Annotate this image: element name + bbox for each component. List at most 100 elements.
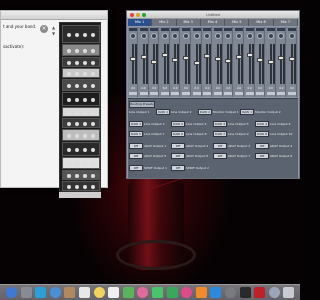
fader-handle[interactable] <box>130 57 136 61</box>
channel-footer-button[interactable] <box>192 92 201 95</box>
routing-source-button[interactable]: DAW 2 <box>171 121 185 127</box>
contacts-icon[interactable] <box>64 287 76 298</box>
pan-knob-icon[interactable] <box>204 33 211 39</box>
app-store-icon[interactable] <box>210 287 222 298</box>
pan-knob-icon[interactable] <box>151 33 158 39</box>
mail-icon[interactable] <box>49 287 61 298</box>
pan-knob-icon[interactable] <box>278 33 285 39</box>
mix-tab[interactable]: Mix 1 <box>128 19 153 26</box>
calendar-icon[interactable] <box>79 287 90 298</box>
routing-presets-button[interactable]: Routing Presets <box>129 101 155 108</box>
routing-source-button[interactable]: Off <box>129 143 143 149</box>
routing-source-button[interactable]: Off <box>213 143 227 149</box>
channel-footer-button[interactable] <box>288 92 296 95</box>
launchpad-icon[interactable] <box>20 287 32 298</box>
routing-source-button[interactable]: DAW 1 <box>156 109 170 115</box>
routing-source-button[interactable]: Off <box>255 153 269 159</box>
channel-header[interactable] <box>139 28 148 31</box>
fader-handle[interactable] <box>183 56 189 60</box>
channel-header[interactable] <box>224 28 233 31</box>
pan-knob-icon[interactable] <box>236 33 242 39</box>
mix-tab[interactable]: Mix 2 <box>152 19 177 26</box>
fader-handle[interactable] <box>214 57 221 61</box>
audio-app-icon[interactable] <box>254 287 266 298</box>
pan-knob-icon[interactable] <box>172 33 179 39</box>
channel-footer-button[interactable] <box>139 92 148 95</box>
channel-header[interactable] <box>182 28 190 31</box>
routing-source-button[interactable]: DAW 2 <box>198 109 212 115</box>
channel-footer-button[interactable] <box>224 92 233 95</box>
reminders-icon[interactable] <box>108 287 120 298</box>
pan-knob-icon[interactable] <box>140 33 147 39</box>
routing-source-button[interactable]: DAW 7 <box>213 131 227 137</box>
channel-footer-button[interactable] <box>245 92 254 95</box>
fader-handle[interactable] <box>236 55 242 59</box>
channel-header[interactable] <box>213 28 222 31</box>
mix-tab[interactable]: Mix 4 <box>201 19 226 26</box>
fader-handle[interactable] <box>246 53 253 57</box>
finder-icon[interactable] <box>6 287 17 298</box>
channel-footer-button[interactable] <box>171 92 180 95</box>
channel-footer-button[interactable] <box>277 92 286 95</box>
facetime-icon[interactable] <box>166 287 178 298</box>
routing-source-button[interactable]: Off <box>171 143 185 149</box>
mix-tab[interactable]: Mix 5 <box>225 19 250 26</box>
notes-icon[interactable] <box>93 287 105 298</box>
channel-header[interactable] <box>150 28 159 31</box>
pan-knob-icon[interactable] <box>246 33 253 39</box>
channel-footer-button[interactable] <box>203 92 212 95</box>
channel-header[interactable] <box>277 28 286 31</box>
pan-knob-icon[interactable] <box>225 33 232 39</box>
channel-footer-button[interactable] <box>160 92 169 95</box>
channel-header[interactable] <box>256 28 265 31</box>
routing-source-button[interactable]: DAW 1 <box>240 109 254 115</box>
pan-knob-icon[interactable] <box>183 33 189 39</box>
channel-header[interactable] <box>235 28 243 31</box>
channel-header[interactable] <box>288 28 296 31</box>
fader-handle[interactable] <box>225 59 232 63</box>
mix-tab[interactable]: Mix 3 <box>177 19 201 26</box>
channel-header[interactable] <box>160 28 169 31</box>
routing-source-button[interactable]: Off <box>213 153 227 159</box>
routing-source-button[interactable]: DAW 8 <box>255 131 269 137</box>
channel-header[interactable] <box>171 28 180 31</box>
routing-source-button[interactable]: DAW 6 <box>171 131 185 137</box>
fader-handle[interactable] <box>278 56 285 60</box>
photos-icon[interactable] <box>137 287 149 298</box>
routing-source-button[interactable]: Off <box>255 143 269 149</box>
routing-source-button[interactable]: DAW 1 <box>129 121 143 127</box>
channel-footer-button[interactable] <box>150 92 159 95</box>
routing-source-button[interactable]: Off <box>171 153 185 159</box>
channel-header[interactable] <box>245 28 254 31</box>
routing-source-button[interactable]: DAW 5 <box>129 131 143 137</box>
scroll-arrows-icon[interactable]: ▲ ▼ <box>52 25 57 43</box>
fader-handle[interactable] <box>140 55 147 59</box>
fader-handle[interactable] <box>267 60 274 64</box>
pan-knob-icon[interactable] <box>161 33 168 39</box>
channel-footer-button[interactable] <box>182 92 190 95</box>
fader-handle[interactable] <box>289 57 295 61</box>
channel-header[interactable] <box>266 28 275 31</box>
channel-header[interactable] <box>129 28 137 31</box>
fader-handle[interactable] <box>204 54 211 58</box>
ibooks-icon[interactable] <box>195 287 207 298</box>
system-preferences-icon[interactable] <box>225 287 236 298</box>
fader-handle[interactable] <box>172 58 179 62</box>
mix-tab[interactable]: Mix 6 <box>249 19 274 26</box>
rack-window-title-bar[interactable] <box>1 11 107 20</box>
channel-footer-button[interactable] <box>256 92 265 95</box>
channel-footer-button[interactable] <box>213 92 222 95</box>
music-app-icon[interactable] <box>239 287 251 298</box>
fader-handle[interactable] <box>161 53 168 57</box>
fader-handle[interactable] <box>151 60 158 64</box>
routing-source-button[interactable]: Off <box>129 165 143 171</box>
channel-header[interactable] <box>192 28 201 31</box>
routing-source-button[interactable]: DAW 3 <box>213 121 227 127</box>
routing-source-button[interactable]: DAW 4 <box>255 121 269 127</box>
trash-icon[interactable] <box>283 287 295 298</box>
fader-handle[interactable] <box>257 58 264 62</box>
channel-footer-button[interactable] <box>266 92 275 95</box>
mix-tab[interactable]: Mix 7 <box>274 19 298 26</box>
channel-header[interactable] <box>203 28 212 31</box>
pan-knob-icon[interactable] <box>130 33 136 39</box>
